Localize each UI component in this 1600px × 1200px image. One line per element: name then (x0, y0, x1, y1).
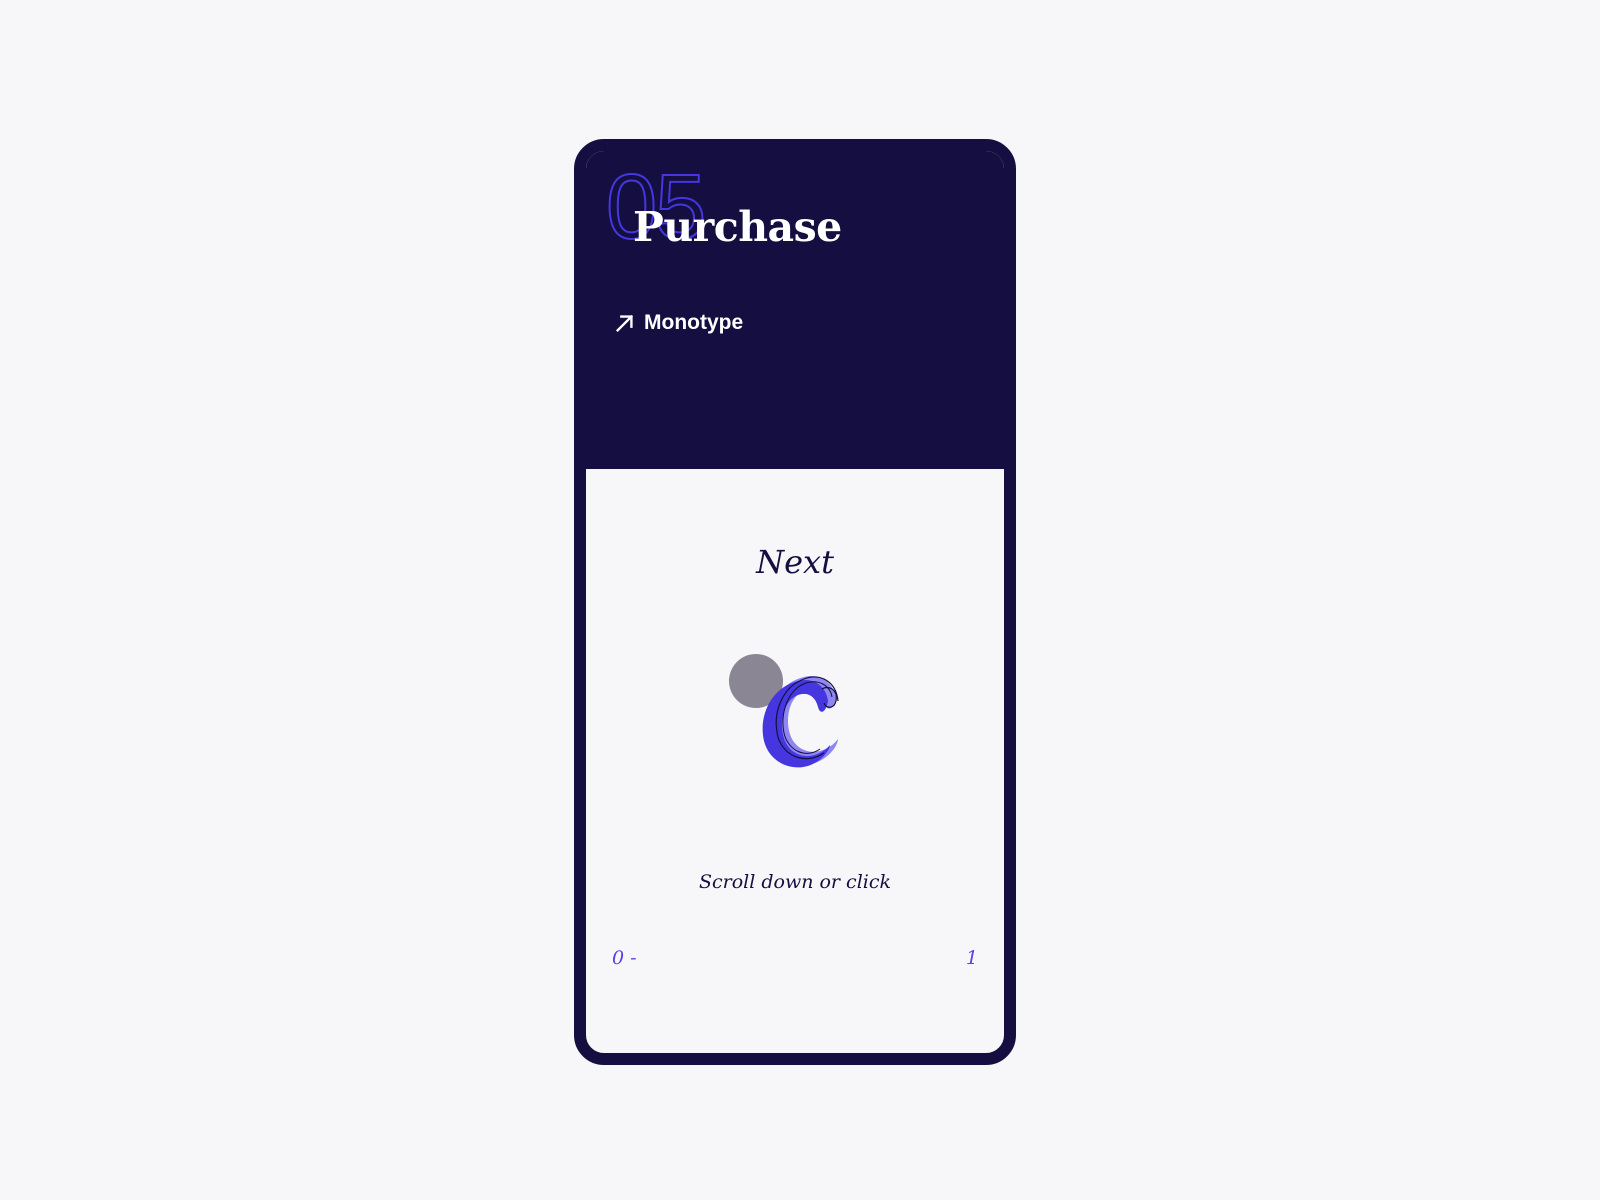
arrow-up-right-icon (615, 314, 634, 333)
progress-start-label: 0 - (612, 947, 637, 969)
phone-frame: 05 Purchase Monotype Next Scroll down or… (574, 139, 1016, 1065)
page-title: Purchase (633, 203, 842, 251)
progress-end-label: 1 (965, 947, 978, 969)
next-title: Next (756, 543, 834, 581)
monotype-link[interactable]: Monotype (614, 311, 743, 335)
logo-c-icon[interactable] (726, 651, 846, 781)
scroll-hint: Scroll down or click (698, 871, 892, 893)
hero-section: 05 Purchase Monotype (586, 151, 1004, 469)
monotype-link-label: Monotype (644, 311, 744, 334)
